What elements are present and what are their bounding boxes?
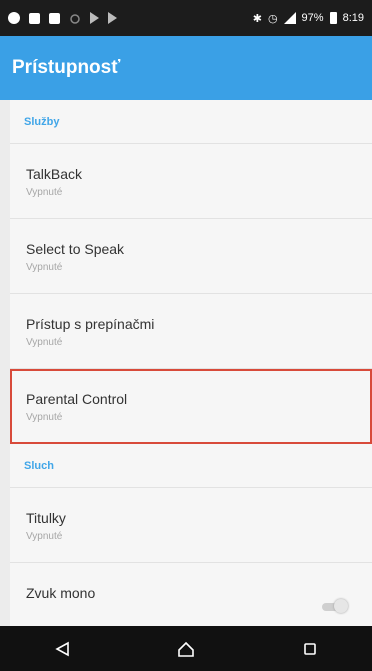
list-item-switch-access[interactable]: Prístup s prepínačmi Vypnuté (10, 294, 372, 369)
app-bar: Prístupnosť (0, 36, 372, 100)
settings-list[interactable]: Služby TalkBack Vypnuté Select to Speak … (10, 100, 372, 626)
battery-text: 97% (301, 12, 324, 24)
item-subtitle: Vypnuté (26, 187, 63, 198)
toggle-knob (334, 599, 348, 613)
play-icon (108, 12, 117, 24)
battery-icon (329, 12, 337, 24)
back-icon (55, 641, 69, 656)
page-title: Prístupnosť (12, 57, 121, 78)
cast-icon (69, 12, 81, 24)
list-item-parental-control[interactable]: Parental Control Vypnuté (10, 369, 372, 444)
item-title: Zvuk mono (26, 585, 96, 601)
alarm-icon: ◷ (267, 12, 278, 25)
status-bar: ✱ ◷ 97% 8:19 (0, 0, 372, 36)
list-item-captions[interactable]: Titulky Vypnuté (10, 488, 372, 563)
home-button[interactable] (156, 626, 216, 671)
clock: 8:19 (342, 12, 364, 24)
message-icon (49, 12, 60, 24)
navigation-bar (0, 626, 372, 671)
item-subtitle: Vypnuté (26, 262, 63, 273)
recents-icon (304, 642, 316, 655)
signal-icon (283, 12, 296, 24)
play-icon (90, 12, 99, 24)
item-title: Titulky (26, 510, 66, 526)
list-item-talkback[interactable]: TalkBack Vypnuté (10, 144, 372, 219)
status-icons-left (8, 12, 117, 24)
back-button[interactable] (32, 626, 92, 671)
mono-audio-toggle[interactable] (322, 599, 348, 613)
item-subtitle: Vypnuté (26, 337, 63, 348)
recents-button[interactable] (280, 626, 340, 671)
notification-icon (8, 12, 20, 24)
section-header-services: Služby (10, 100, 372, 144)
image-icon (29, 12, 40, 24)
item-title: Select to Speak (26, 241, 125, 257)
section-header-hearing: Sluch (10, 444, 372, 488)
item-subtitle: Vypnuté (26, 531, 63, 542)
list-item-select-to-speak[interactable]: Select to Speak Vypnuté (10, 219, 372, 294)
list-item-mono-audio[interactable]: Zvuk mono (10, 563, 372, 626)
home-icon (178, 641, 194, 657)
item-title: Parental Control (26, 391, 128, 407)
item-title: Prístup s prepínačmi (26, 316, 155, 332)
bluetooth-icon: ✱ (252, 12, 262, 25)
item-subtitle: Vypnuté (26, 412, 63, 423)
item-title: TalkBack (26, 166, 83, 182)
status-icons-right: ✱ ◷ 97% 8:19 (253, 12, 364, 25)
